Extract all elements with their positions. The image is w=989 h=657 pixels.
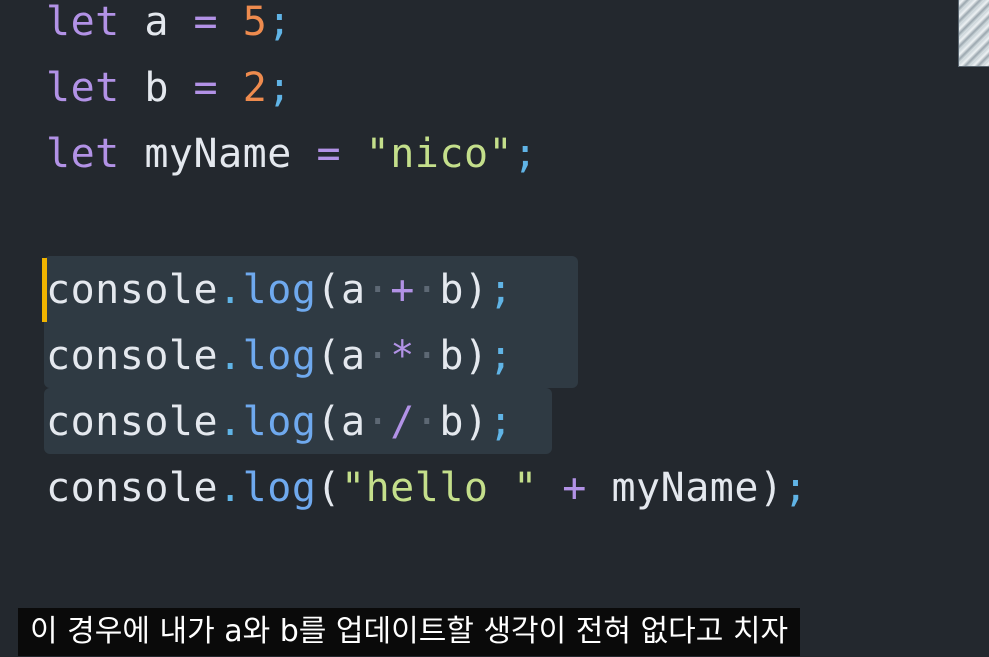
code-token: ; bbox=[513, 131, 538, 177]
code-token: = bbox=[193, 65, 219, 111]
code-token: ; bbox=[267, 0, 292, 45]
code-token: a bbox=[341, 399, 366, 445]
code-token: "nico" bbox=[365, 131, 514, 177]
code-token: + bbox=[562, 465, 587, 511]
code-token: log bbox=[242, 465, 317, 511]
code-token: log bbox=[242, 267, 317, 313]
code-token: let bbox=[46, 131, 120, 177]
code-line[interactable]: let myName = "nico"; bbox=[46, 124, 538, 184]
code-token: 5 bbox=[242, 0, 268, 45]
code-token: myName bbox=[611, 465, 759, 511]
code-token: myName bbox=[144, 131, 292, 177]
code-token: . bbox=[218, 267, 243, 313]
code-line[interactable]: let b = 2; bbox=[46, 58, 292, 118]
code-token: let bbox=[46, 0, 120, 45]
code-token: · bbox=[414, 267, 440, 313]
code-token: . bbox=[218, 399, 243, 445]
code-token: . bbox=[218, 333, 243, 379]
code-token: b bbox=[439, 333, 464, 379]
code-token: let bbox=[46, 65, 120, 111]
code-token: a bbox=[341, 267, 366, 313]
code-token: · bbox=[414, 399, 440, 445]
code-token: · bbox=[365, 267, 391, 313]
code-token: b bbox=[144, 65, 169, 111]
code-token: + bbox=[390, 267, 415, 313]
code-token: console bbox=[46, 465, 219, 511]
code-token: ; bbox=[783, 465, 809, 511]
code-line[interactable]: console.log(a·+·b); bbox=[46, 260, 513, 320]
code-token: ) bbox=[463, 267, 489, 313]
code-token: a bbox=[144, 0, 169, 45]
code-token: log bbox=[242, 333, 317, 379]
code-token: ) bbox=[463, 399, 489, 445]
code-token: ; bbox=[267, 65, 292, 111]
code-line[interactable]: console.log(a·*·b); bbox=[46, 326, 513, 386]
code-token: * bbox=[390, 333, 415, 379]
code-token: ( bbox=[316, 465, 342, 511]
code-line[interactable]: let a = 5; bbox=[46, 0, 292, 52]
code-token: ( bbox=[316, 267, 342, 313]
code-token: / bbox=[390, 399, 415, 445]
code-token: ) bbox=[758, 465, 784, 511]
code-token: console bbox=[46, 399, 219, 445]
code-editor[interactable]: let a = 5; let b = 2; let myName = "nico… bbox=[0, 0, 989, 657]
code-token: b bbox=[439, 399, 464, 445]
code-token: = bbox=[193, 0, 219, 45]
code-token: = bbox=[316, 131, 342, 177]
code-token: ) bbox=[463, 333, 489, 379]
code-line[interactable]: console.log(a·/·b); bbox=[46, 392, 513, 452]
code-token: · bbox=[414, 333, 440, 379]
code-token: b bbox=[439, 267, 464, 313]
webcam-overlay bbox=[958, 0, 989, 67]
code-token: "hello " bbox=[341, 465, 538, 511]
code-token: ; bbox=[488, 399, 514, 445]
code-token: console bbox=[46, 333, 219, 379]
video-subtitle: 이 경우에 내가 a와 b를 업데이트할 생각이 전혀 없다고 치자 bbox=[18, 608, 801, 656]
code-token: ( bbox=[316, 399, 342, 445]
code-token: ( bbox=[316, 333, 342, 379]
code-token: a bbox=[341, 333, 366, 379]
code-token: console bbox=[46, 267, 219, 313]
code-token: ; bbox=[488, 267, 514, 313]
code-token: · bbox=[365, 333, 391, 379]
code-token: ; bbox=[488, 333, 514, 379]
code-token: log bbox=[242, 399, 317, 445]
code-line[interactable]: console.log("hello " + myName); bbox=[46, 458, 808, 518]
code-token: . bbox=[218, 465, 243, 511]
code-token: 2 bbox=[242, 65, 268, 111]
text-cursor bbox=[42, 258, 47, 322]
code-token: · bbox=[365, 399, 391, 445]
